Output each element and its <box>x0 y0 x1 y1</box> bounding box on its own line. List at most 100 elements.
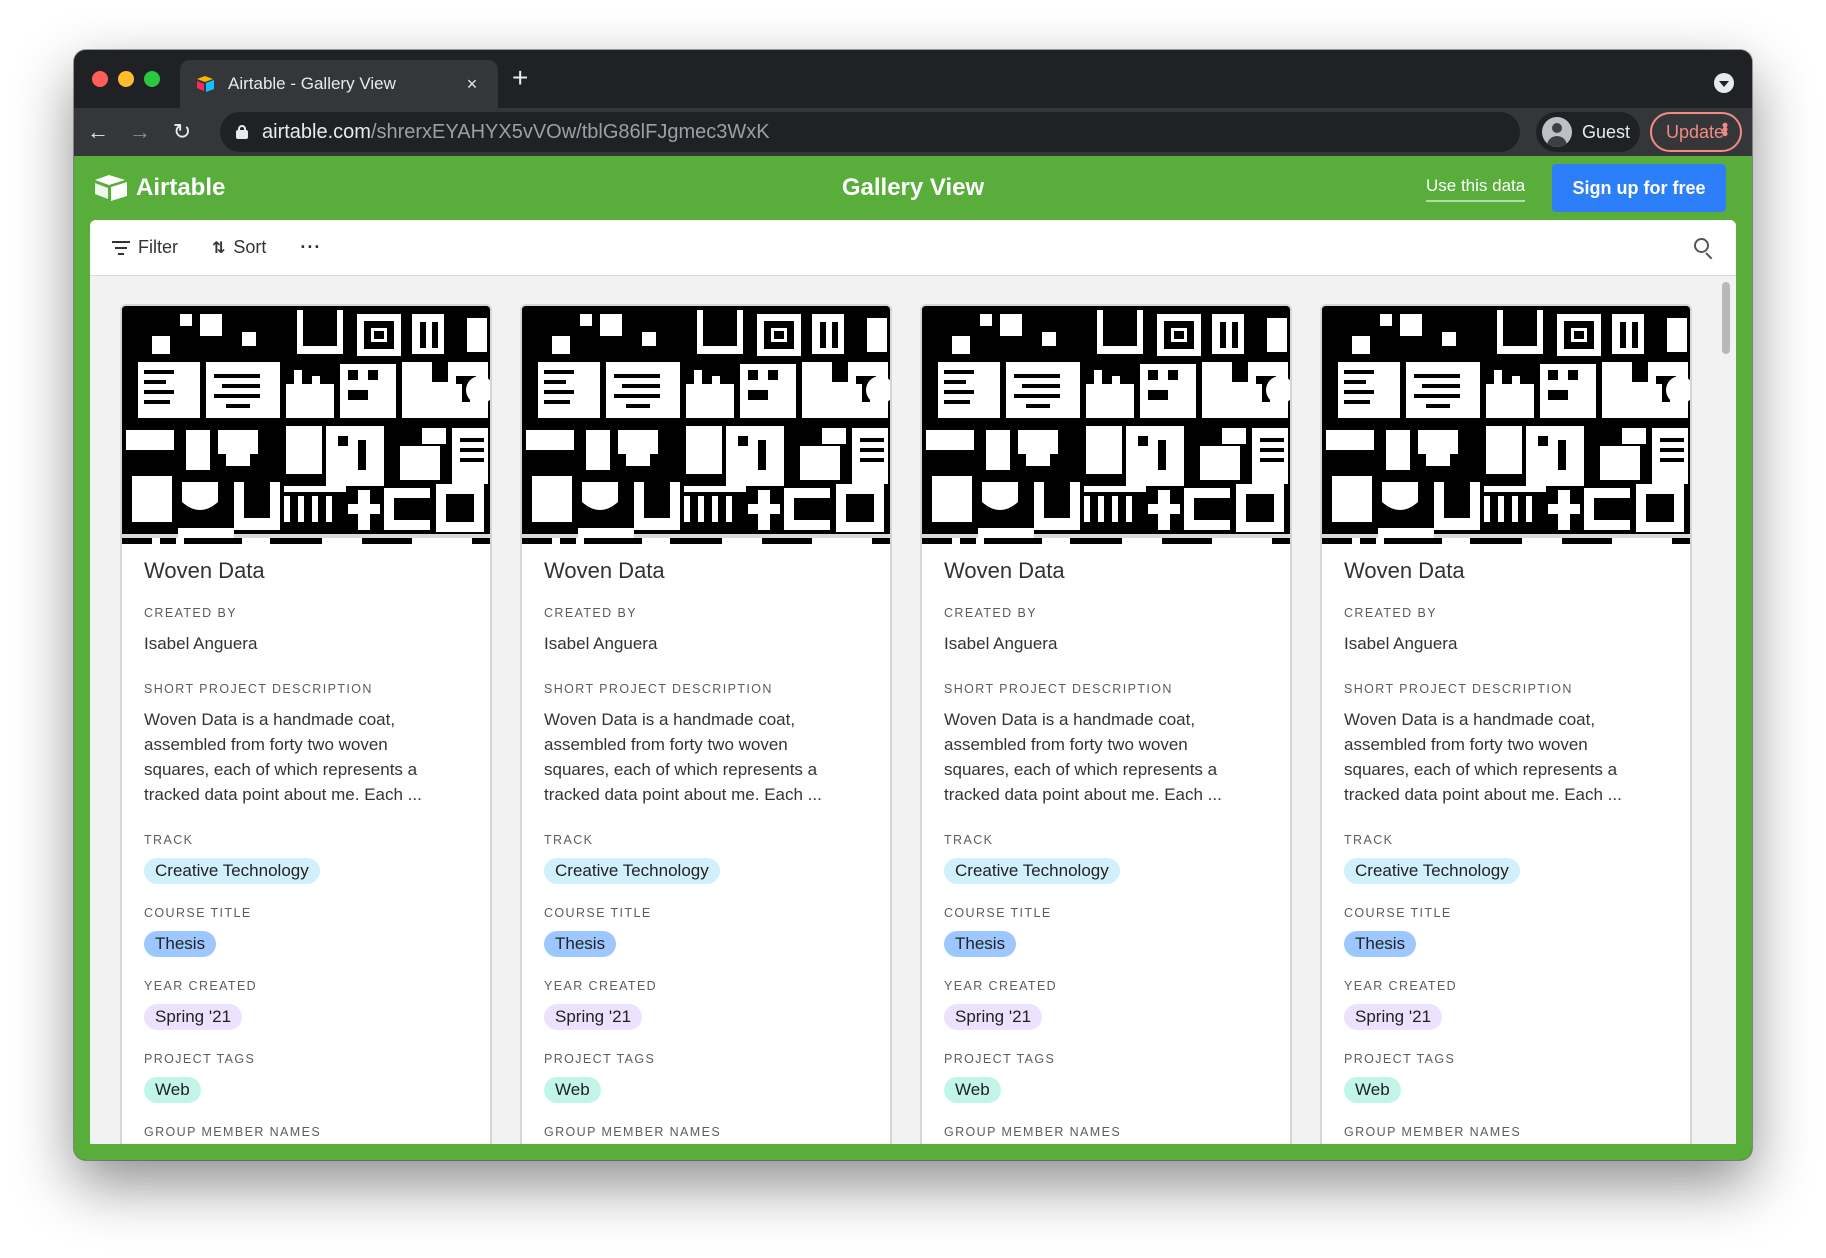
profile-button[interactable]: Guest <box>1536 112 1640 152</box>
description-value: Woven Data is a handmade coat, assembled… <box>544 707 868 807</box>
description-line: assembled from forty two woven <box>544 735 788 754</box>
track-label: TRACK <box>144 833 194 847</box>
card-cover-image <box>1322 306 1690 544</box>
forward-button[interactable]: → <box>124 116 156 148</box>
track-label: TRACK <box>1344 833 1394 847</box>
url-text[interactable]: airtable.com/shrerxEYAHYX5vVOw/tblG86lFJ… <box>262 121 770 144</box>
project-tags-pill: Web <box>544 1077 601 1103</box>
description-line: tracked data point about me. Each ... <box>144 785 422 804</box>
created-by-value: Isabel Anguera <box>1344 634 1458 653</box>
card-cover-image <box>522 306 890 544</box>
created-by-value: Isabel Anguera <box>544 634 658 653</box>
scrollbar[interactable] <box>1722 282 1730 354</box>
airtable-header: Airtable Gallery View Use this data Sign… <box>74 156 1752 220</box>
description-line: Woven Data is a handmade coat, <box>144 710 396 729</box>
more-options-button[interactable]: ··· <box>300 237 321 258</box>
project-tags-pill: Web <box>944 1077 1001 1103</box>
tab-search-icon[interactable] <box>1714 73 1734 93</box>
year-created-label: YEAR CREATED <box>1344 979 1458 993</box>
description-value: Woven Data is a handmade coat, assembled… <box>144 707 468 807</box>
gallery-card[interactable]: Woven Data CREATED BY Isabel Anguera SHO… <box>922 306 1290 1144</box>
created-by-value: Isabel Anguera <box>944 634 1058 653</box>
back-button[interactable]: ← <box>82 116 114 148</box>
gallery-card[interactable]: Woven Data CREATED BY Isabel Anguera SHO… <box>522 306 890 1144</box>
year-created-pill: Spring '21 <box>544 1004 643 1030</box>
description-line: assembled from forty two woven <box>1344 735 1588 754</box>
created-by-label: CREATED BY <box>1344 606 1437 620</box>
description-line: squares, each of which represents a <box>944 760 1218 779</box>
track-pill: Creative Technology <box>1344 858 1520 884</box>
description-label: SHORT PROJECT DESCRIPTION <box>144 682 373 696</box>
group-members-label: GROUP MEMBER NAMES <box>944 1125 1122 1139</box>
search-icon[interactable] <box>1694 238 1714 260</box>
update-button[interactable]: Update ••• <box>1650 112 1742 152</box>
airtable-logo[interactable]: Airtable <box>94 174 225 202</box>
maximize-window-button[interactable] <box>144 71 160 87</box>
gallery-card[interactable]: Woven Data CREATED BY Isabel Anguera SHO… <box>122 306 490 1144</box>
card-body: Woven Data CREATED BY Isabel Anguera SHO… <box>922 544 1290 1139</box>
description-line: squares, each of which represents a <box>544 760 818 779</box>
description-line: Woven Data is a handmade coat, <box>1344 710 1596 729</box>
description-line: tracked data point about me. Each ... <box>944 785 1222 804</box>
card-body: Woven Data CREATED BY Isabel Anguera SHO… <box>122 544 490 1139</box>
year-created-pill: Spring '21 <box>944 1004 1043 1030</box>
created-by-label: CREATED BY <box>144 606 237 620</box>
airtable-page: Airtable Gallery View Use this data Sign… <box>74 156 1752 1160</box>
use-this-data-link[interactable]: Use this data <box>1426 176 1526 202</box>
airtable-favicon-icon <box>196 74 216 94</box>
browser-tab[interactable]: Airtable - Gallery View × <box>180 60 498 108</box>
logo-text: Airtable <box>136 174 226 201</box>
track-label: TRACK <box>944 833 994 847</box>
created-by-label: CREATED BY <box>544 606 637 620</box>
description-line: tracked data point about me. Each ... <box>544 785 822 804</box>
new-tab-button[interactable]: + <box>512 64 528 92</box>
description-value: Woven Data is a handmade coat, assembled… <box>1344 707 1668 807</box>
project-tags-pill: Web <box>144 1077 201 1103</box>
address-bar[interactable]: airtable.com/shrerxEYAHYX5vVOw/tblG86lFJ… <box>220 112 1520 152</box>
filter-label: Filter <box>138 237 178 257</box>
course-title-label: COURSE TITLE <box>1344 906 1452 920</box>
track-pill: Creative Technology <box>544 858 720 884</box>
course-title-pill: Thesis <box>1344 931 1417 957</box>
description-label: SHORT PROJECT DESCRIPTION <box>1344 682 1573 696</box>
year-created-pill: Spring '21 <box>1344 1004 1443 1030</box>
close-window-button[interactable] <box>92 71 108 87</box>
course-title-pill: Thesis <box>144 931 217 957</box>
track-label: TRACK <box>544 833 594 847</box>
card-title: Woven Data <box>144 558 265 583</box>
browser-toolbar: ← → ↻ airtable.com/shrerxEYAHYX5vVOw/tbl… <box>74 108 1752 156</box>
card-body: Woven Data CREATED BY Isabel Anguera SHO… <box>522 544 890 1139</box>
card-cover-image <box>122 306 490 544</box>
description-label: SHORT PROJECT DESCRIPTION <box>544 682 773 696</box>
tab-strip: Airtable - Gallery View × + <box>74 50 1752 108</box>
course-title-pill: Thesis <box>544 931 617 957</box>
course-title-label: COURSE TITLE <box>544 906 652 920</box>
sign-up-button[interactable]: Sign up for free <box>1552 164 1726 212</box>
gallery-panel: Filter ⇅ Sort ··· Woven Data CREATED BY … <box>90 220 1736 1144</box>
gallery-card[interactable]: Woven Data CREATED BY Isabel Anguera SHO… <box>1322 306 1690 1144</box>
description-line: Woven Data is a handmade coat, <box>944 710 1196 729</box>
card-title: Woven Data <box>944 558 1065 583</box>
gallery-grid: Woven Data CREATED BY Isabel Anguera SHO… <box>122 306 1692 1144</box>
group-members-label: GROUP MEMBER NAMES <box>1344 1125 1522 1139</box>
year-created-label: YEAR CREATED <box>944 979 1058 993</box>
card-title: Woven Data <box>544 558 665 583</box>
group-members-label: GROUP MEMBER NAMES <box>544 1125 722 1139</box>
year-created-label: YEAR CREATED <box>144 979 258 993</box>
description-line: assembled from forty two woven <box>144 735 388 754</box>
group-members-label: GROUP MEMBER NAMES <box>144 1125 322 1139</box>
filter-button[interactable]: Filter <box>112 237 178 258</box>
kebab-menu-icon[interactable]: ••• <box>1715 122 1735 135</box>
year-created-pill: Spring '21 <box>144 1004 243 1030</box>
filter-icon <box>112 240 130 255</box>
sort-button[interactable]: ⇅ Sort <box>212 237 266 258</box>
track-pill: Creative Technology <box>944 858 1120 884</box>
course-title-label: COURSE TITLE <box>944 906 1052 920</box>
reload-button[interactable]: ↻ <box>166 116 198 148</box>
more-icon: ··· <box>300 237 322 257</box>
minimize-window-button[interactable] <box>118 71 134 87</box>
profile-name: Guest <box>1582 121 1631 142</box>
project-tags-label: PROJECT TAGS <box>1344 1052 1456 1066</box>
description-line: Woven Data is a handmade coat, <box>544 710 796 729</box>
close-tab-icon[interactable]: × <box>462 74 482 95</box>
